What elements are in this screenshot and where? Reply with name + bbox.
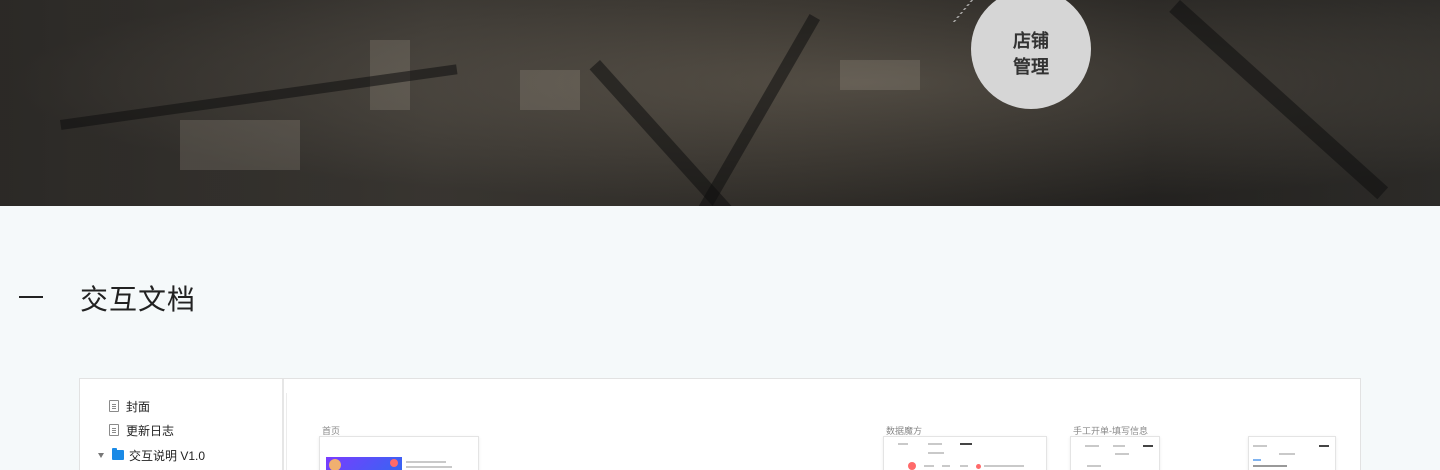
thumbnail-text-line xyxy=(928,443,942,445)
chevron-down-icon[interactable] xyxy=(98,452,104,458)
hero-window-light xyxy=(180,120,300,170)
artboard-thumbnail-manual-order-b[interactable] xyxy=(1248,436,1336,470)
page-icon xyxy=(109,424,119,436)
thumbnail-text-line xyxy=(1087,465,1101,467)
thumbnail-dot xyxy=(976,464,981,469)
tree-item-label: 更新日志 xyxy=(126,423,175,438)
tree-item-changelog[interactable]: 更新日志 xyxy=(109,420,174,440)
thumbnail-text-line xyxy=(898,443,908,445)
page-tree-sidebar: 封面 更新日志 交互说明 V1.0 xyxy=(80,379,284,470)
thumbnail-text-line xyxy=(406,466,452,468)
section-dash xyxy=(19,296,43,298)
tree-item-interaction-spec[interactable]: 交互说明 V1.0 xyxy=(98,445,205,465)
document-viewer: 封面 更新日志 交互说明 V1.0 首页 数据魔方 手工开单-填写信息 xyxy=(79,378,1361,470)
thumbnail-text-line xyxy=(1253,445,1267,447)
artboard-thumbnail-data-cube[interactable] xyxy=(883,436,1047,470)
thumbnail-text-line xyxy=(942,465,950,467)
section-title: 交互文档 xyxy=(80,284,197,315)
thumbnail-text-line xyxy=(960,443,972,445)
thumbnail-text-line xyxy=(984,465,1024,467)
thumbnail-badge xyxy=(908,462,916,470)
folder-icon xyxy=(112,448,124,460)
divider xyxy=(286,393,287,470)
hero-window-light xyxy=(840,60,920,90)
node-label-line2: 管理 xyxy=(1013,57,1049,77)
thumbnail-text-line xyxy=(928,452,944,454)
thumbnail-badge xyxy=(390,459,398,467)
avatar xyxy=(329,459,341,470)
thumbnail-text-line xyxy=(1113,445,1125,447)
tree-item-cover[interactable]: 封面 xyxy=(109,396,150,416)
thumbnail-text-line xyxy=(960,465,968,467)
thumbnail-text-line xyxy=(1085,445,1099,447)
thumbnail-text-line xyxy=(406,461,446,463)
hero-window-light xyxy=(520,70,580,110)
artboard-canvas: 首页 数据魔方 手工开单-填写信息 xyxy=(286,379,1360,470)
thumbnail-text-line xyxy=(1279,453,1295,455)
thumbnail-text-line xyxy=(924,465,934,467)
hero-banner: 店铺 管理 xyxy=(0,0,1440,206)
page-icon xyxy=(109,400,119,412)
tree-item-label: 交互说明 V1.0 xyxy=(129,448,206,463)
thumbnail-text-line xyxy=(1253,465,1287,467)
thumbnail-text-line xyxy=(1319,445,1329,447)
artboard-thumbnail-manual-order-a[interactable] xyxy=(1070,436,1160,470)
thumbnail-text-line xyxy=(1253,459,1261,461)
node-label-line1: 店铺 xyxy=(1013,31,1049,51)
thumbnail-text-line xyxy=(1143,445,1153,447)
thumbnail-text-line xyxy=(1115,453,1129,455)
tree-item-label: 封面 xyxy=(126,399,151,414)
artboard-thumbnail-home[interactable] xyxy=(319,436,479,470)
